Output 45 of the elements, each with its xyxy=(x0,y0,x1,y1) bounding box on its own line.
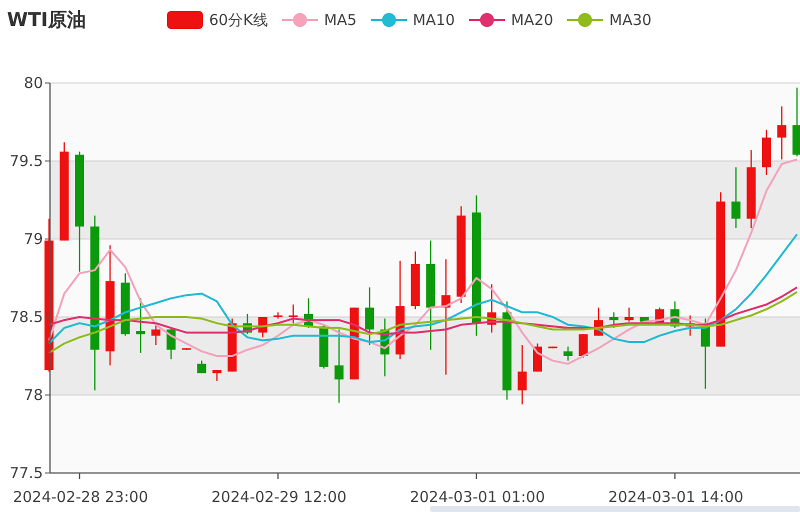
candlestick xyxy=(136,298,146,353)
candlestick xyxy=(197,360,206,374)
candlestick xyxy=(273,312,282,319)
axis-label: 79 xyxy=(24,230,43,248)
axis-label: 2024-03-01 01:00 xyxy=(410,488,546,506)
legend-label[interactable]: MA5 xyxy=(324,8,357,32)
axis-label: 2024-02-29 12:00 xyxy=(211,488,347,506)
candlestick xyxy=(640,317,649,322)
axis-label: 77.5 xyxy=(10,464,43,482)
candlestick xyxy=(365,287,374,346)
axis-label: 78.5 xyxy=(10,308,43,326)
candlestick xyxy=(182,348,191,350)
candlestick xyxy=(380,318,390,376)
legend-label[interactable]: MA30 xyxy=(609,8,652,32)
axis-label: 2024-02-28 23:00 xyxy=(12,488,148,506)
zoom-slider[interactable] xyxy=(430,506,800,512)
candlestick xyxy=(518,345,527,404)
axis-label: 79.5 xyxy=(10,152,43,170)
candlestick xyxy=(594,308,604,336)
candlestick xyxy=(762,130,771,176)
candlestick xyxy=(242,314,252,334)
chart-title: WTI原油 xyxy=(7,8,87,33)
candlestick xyxy=(548,346,558,348)
candlestick xyxy=(700,318,710,389)
candlestick xyxy=(304,298,313,328)
axis-label: 80 xyxy=(24,74,43,92)
candlestick xyxy=(609,312,618,328)
candlestick xyxy=(670,301,680,328)
candlestick xyxy=(731,167,740,228)
candlestick xyxy=(686,315,695,336)
candlestick xyxy=(212,370,222,381)
legend-label[interactable]: MA20 xyxy=(510,8,554,32)
candlestick xyxy=(166,328,176,360)
candlestick xyxy=(624,308,634,322)
candlestick xyxy=(151,323,160,346)
legend-label[interactable]: MA10 xyxy=(412,8,455,32)
candlestick xyxy=(792,88,800,156)
candlestick xyxy=(258,317,268,338)
axis-label: 2024-03-01 14:00 xyxy=(608,488,744,506)
candlestick xyxy=(777,106,786,160)
axis-label: 78 xyxy=(24,386,43,404)
legend-label[interactable]: 60分K线 xyxy=(209,8,268,32)
candlestick xyxy=(410,251,420,310)
candlestick xyxy=(288,304,298,324)
candlestick xyxy=(564,346,573,361)
